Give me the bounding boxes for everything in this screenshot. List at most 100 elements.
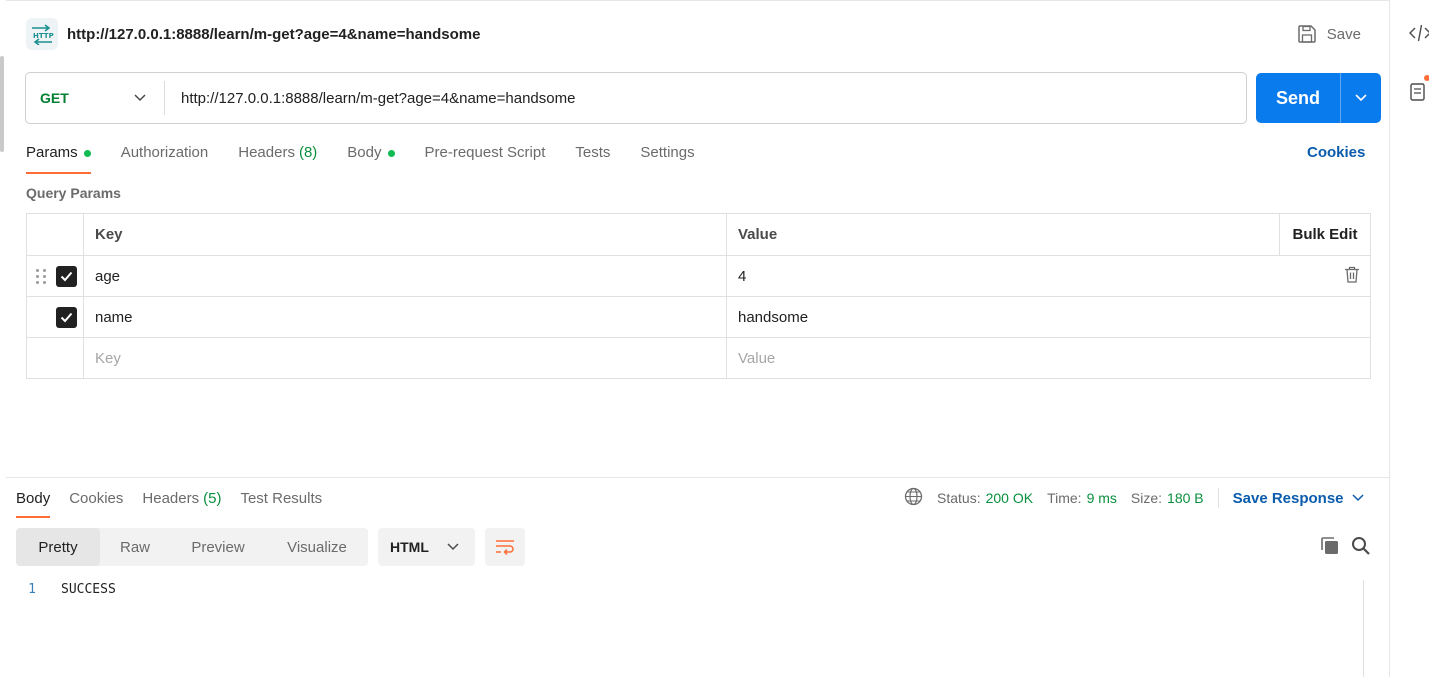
save-label: Save [1326,25,1361,43]
tab-authorization-label: Authorization [120,144,209,161]
tab-authorization[interactable]: Authorization [121,140,209,174]
tab-headers[interactable]: Headers (8) [238,140,317,174]
http-request-icon: HTTP [26,18,58,50]
size-label: Size: [1130,490,1163,506]
cookies-link[interactable]: Cookies [1307,144,1365,161]
request-workspace: HTTP http://127.0.0.1:8888/learn/m-get?a… [0,0,1390,677]
response-tabs: Body Cookies Headers (5) Test Results [16,488,341,518]
time-label: Time: [1047,490,1082,506]
response-meta: Status: 200 OK Time: 9 ms Size: 180 B Save … [904,487,1364,509]
tab-settings-label: Settings [640,144,695,161]
tab-body-label: Body [347,144,382,161]
url-bar: GET http://127.0.0.1:8888/learn/m-get?ag… [25,72,1247,124]
save-response-button[interactable]: Save Response [1233,490,1364,507]
size-value: 180 B [1167,490,1204,506]
response-code-line: 1 SUCCESS [16,582,116,597]
trash-icon[interactable] [1344,266,1360,287]
param-value-text: 4 [738,267,747,285]
header-handle-cell [27,214,84,255]
table-header-row: Key Value Bulk Edit [27,214,1370,255]
save-response-label: Save Response [1232,489,1344,507]
wrap-lines-button[interactable] [485,528,525,566]
globe-icon[interactable] [904,487,923,509]
checkmark-icon [60,312,73,322]
response-scrollbar[interactable] [1363,580,1383,677]
view-visualize-button[interactable]: Visualize [266,528,368,566]
left-scrollbar[interactable] [0,56,4,152]
bulk-edit-button[interactable]: Bulk Edit [1279,214,1370,255]
format-label: HTML [390,539,429,555]
view-mode-segmented: Pretty Raw Preview Visualize [16,528,368,566]
response-divider[interactable] [6,477,1390,478]
response-headers-count: (5) [203,490,222,507]
tab-tests[interactable]: Tests [575,140,610,174]
tab-prerequest-script[interactable]: Pre-request Script [425,140,546,174]
response-tab-cookies[interactable]: Cookies [69,488,123,518]
format-select[interactable]: HTML [378,528,475,566]
response-tab-body-label: Body [16,490,51,507]
row-handle-cell [27,256,84,296]
body-indicator-dot [387,150,395,157]
response-tab-headers-label: Headers [142,490,200,507]
param-value-field[interactable]: handsome [727,297,1370,337]
tab-settings[interactable]: Settings [640,140,694,174]
response-tab-cookies-label: Cookies [69,490,124,507]
response-tab-headers[interactable]: Headers (5) [142,488,221,518]
request-tabs: Params Authorization Headers (8) Body Pre… [26,140,725,174]
param-key-field[interactable]: name [84,297,727,337]
request-header: HTTP http://127.0.0.1:8888/learn/m-get?a… [26,18,1376,50]
view-pretty-button[interactable]: Pretty [16,528,100,566]
time-value: 9 ms [1086,490,1117,506]
row-enabled-checkbox[interactable] [56,265,77,287]
param-key-field[interactable]: age [84,256,727,296]
chevron-down-icon [1351,494,1364,502]
tab-params[interactable]: Params [26,140,91,174]
table-row-empty: Key Value [27,337,1370,378]
tab-headers-label: Headers [238,144,295,161]
url-input[interactable]: http://127.0.0.1:8888/learn/m-get?age=4&… [181,90,575,107]
notification-dot [1424,75,1429,81]
checkmark-icon [60,271,73,281]
new-key-input[interactable]: Key [84,338,727,378]
status-readout[interactable]: Status: 200 OK [937,490,1033,506]
time-readout[interactable]: Time: 9 ms [1047,490,1117,506]
send-options-chevron-icon[interactable] [1341,94,1381,102]
drag-handle-icon[interactable] [36,268,47,284]
code-snippet-icon[interactable] [1409,24,1429,45]
status-value: 200 OK [985,490,1034,506]
size-readout[interactable]: Size: 180 B [1131,490,1204,506]
save-button[interactable]: Save [1297,24,1376,44]
request-title[interactable]: http://127.0.0.1:8888/learn/m-get?age=4&… [67,26,481,43]
search-icon[interactable] [1351,536,1371,559]
table-row: name handsome [27,296,1370,337]
response-tab-test-results-label: Test Results [240,490,323,507]
chevron-down-icon [447,543,459,551]
new-value-input[interactable]: Value [727,338,1370,378]
response-body-text[interactable]: SUCCESS [61,582,116,597]
value-column-header-label: Value [738,226,778,243]
row-enabled-checkbox[interactable] [56,306,77,328]
method-label: GET [40,90,69,106]
headers-count: (8) [298,144,318,161]
param-value-field[interactable]: 4 [727,256,1370,296]
method-select[interactable]: GET [26,81,165,115]
tab-params-label: Params [26,144,78,161]
http-badge-text: HTTP [33,32,54,40]
view-raw-button[interactable]: Raw [100,528,170,566]
row-handle-cell [27,338,84,378]
response-tab-body[interactable]: Body [16,488,51,518]
top-divider [6,0,1390,1]
chevron-down-icon [134,94,146,102]
wrap-lines-icon [496,540,514,555]
copy-icon[interactable] [1320,536,1340,559]
response-tab-test-results[interactable]: Test Results [240,488,322,518]
row-handle-cell [27,297,84,337]
tab-body[interactable]: Body [347,140,395,174]
value-column-header: Value Bulk Edit [727,214,1370,255]
documentation-icon[interactable] [1410,80,1429,105]
query-params-title: Query Params [26,185,121,201]
send-button[interactable]: Send [1256,73,1381,123]
key-column-header: Key [84,214,727,255]
view-preview-button[interactable]: Preview [170,528,266,566]
tab-tests-label: Tests [575,144,611,161]
